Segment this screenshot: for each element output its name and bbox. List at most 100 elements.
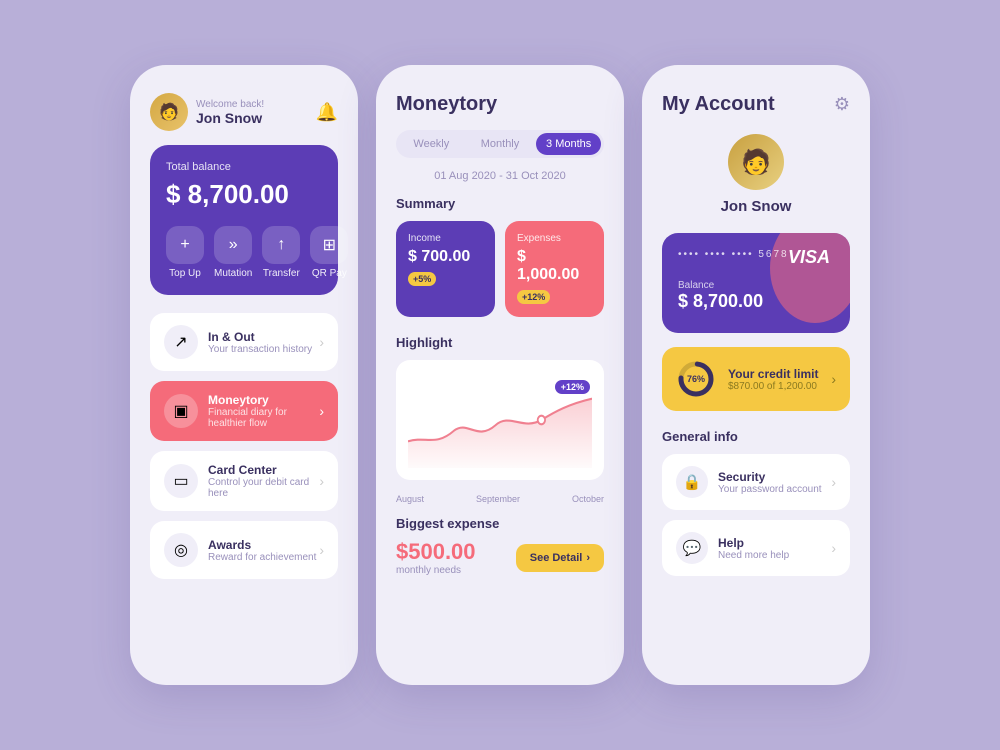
topup-button[interactable]: + Top Up — [166, 226, 204, 279]
chart-label-october: October — [572, 494, 604, 504]
right-header: My Account ⚙ — [662, 93, 850, 116]
see-detail-label: See Detail — [530, 552, 583, 564]
moneytory-arrow: › — [319, 403, 324, 419]
income-badge: +5% — [408, 272, 436, 286]
security-icon: 🔒 — [676, 466, 708, 498]
balance-label: Total balance — [166, 161, 322, 173]
date-range: 01 Aug 2020 - 31 Oct 2020 — [396, 170, 604, 182]
security-arrow-icon: › — [831, 474, 836, 490]
menu-item-cardcenter[interactable]: ▭ Card Center Control your debit card he… — [150, 451, 338, 511]
help-icon: 💬 — [676, 532, 708, 564]
menu-item-awards[interactable]: ◎ Awards Reward for achievement › — [150, 521, 338, 579]
credit-sub: $870.00 of 1,200.00 — [728, 381, 819, 392]
expense-amount: $500.00 — [396, 539, 476, 565]
moneytory-page-title: Moneytory — [396, 93, 604, 116]
mutation-button[interactable]: » Mutation — [214, 226, 252, 279]
profile-avatar: 🧑 — [728, 134, 784, 190]
left-header: 🧑 Welcome back! Jon Snow 🔔 — [150, 93, 338, 131]
general-info-title: General info — [662, 429, 850, 444]
transfer-icon: ↑ — [262, 226, 300, 264]
moneytory-subtitle: Financial diary for healthier flow — [208, 407, 319, 429]
user-info: 🧑 Welcome back! Jon Snow — [150, 93, 264, 131]
awards-title: Awards — [208, 538, 319, 552]
cardcenter-title: Card Center — [208, 463, 319, 477]
biggest-expense-row: $500.00 monthly needs See Detail › — [396, 539, 604, 576]
cardcenter-arrow: › — [319, 473, 324, 489]
info-item-security[interactable]: 🔒 Security Your password account › — [662, 454, 850, 510]
right-phone: My Account ⚙ 🧑 Jon Snow •••• •••• •••• 5… — [642, 65, 870, 685]
expense-type: monthly needs — [396, 565, 476, 576]
security-sub: Your password account — [718, 484, 831, 495]
awards-subtitle: Reward for achievement — [208, 552, 319, 563]
expenses-label: Expenses — [517, 233, 592, 244]
biggest-expense-title: Biggest expense — [396, 516, 604, 531]
topup-icon: + — [166, 226, 204, 264]
chart-labels: August September October — [396, 494, 604, 504]
account-title: My Account — [662, 93, 775, 116]
security-title: Security — [718, 470, 831, 484]
expenses-card: Expenses $ 1,000.00 +12% — [505, 221, 604, 317]
help-sub: Need more help — [718, 550, 831, 561]
summary-cards: Income $ 700.00 +5% Expenses $ 1,000.00 … — [396, 221, 604, 317]
awards-arrow: › — [319, 542, 324, 558]
mutation-label: Mutation — [214, 268, 252, 279]
welcome-text: Welcome back! — [196, 99, 264, 110]
user-name: Jon Snow — [196, 110, 264, 126]
qrpay-button[interactable]: ⊞ QR Pay — [310, 226, 348, 279]
avatar: 🧑 — [150, 93, 188, 131]
summary-title: Summary — [396, 196, 604, 211]
expenses-badge: +12% — [517, 290, 550, 304]
moneytory-icon: ▣ — [164, 394, 198, 428]
expenses-amount: $ 1,000.00 — [517, 248, 592, 284]
see-detail-button[interactable]: See Detail › — [516, 544, 604, 572]
menu-item-moneytory[interactable]: ▣ Moneytory Financial diary for healthie… — [150, 381, 338, 441]
tab-weekly[interactable]: Weekly — [399, 133, 464, 155]
visa-logo: VISA — [788, 247, 830, 268]
income-amount: $ 700.00 — [408, 248, 483, 266]
help-arrow-icon: › — [831, 540, 836, 556]
action-buttons: + Top Up » Mutation ↑ Transfer ⊞ QR Pay — [166, 226, 322, 279]
visa-card: •••• •••• •••• 5678 VISA Balance $ 8,700… — [662, 233, 850, 333]
qrpay-icon: ⊞ — [310, 226, 348, 264]
profile-name: Jon Snow — [721, 198, 792, 215]
profile-section: 🧑 Jon Snow — [662, 134, 850, 215]
tab-3months[interactable]: 3 Months — [536, 133, 601, 155]
highlight-title: Highlight — [396, 335, 604, 350]
bell-icon[interactable]: 🔔 — [316, 102, 338, 123]
moneytory-title: Moneytory — [208, 393, 319, 407]
credit-title: Your credit limit — [728, 367, 819, 381]
inout-arrow: › — [319, 334, 324, 350]
credit-donut: 76% — [676, 359, 716, 399]
awards-icon: ◎ — [164, 533, 198, 567]
cardcenter-subtitle: Control your debit card here — [208, 477, 319, 499]
inout-icon: ↗ — [164, 325, 198, 359]
chart-area: +12% — [396, 360, 604, 480]
income-label: Income — [408, 233, 483, 244]
card-balance-label: Balance — [678, 280, 834, 291]
help-title: Help — [718, 536, 831, 550]
left-phone: 🧑 Welcome back! Jon Snow 🔔 Total balance… — [130, 65, 358, 685]
balance-card: Total balance $ 8,700.00 + Top Up » Muta… — [150, 145, 338, 295]
mutation-icon: » — [214, 226, 252, 264]
chart-badge: +12% — [555, 380, 590, 394]
transfer-label: Transfer — [263, 268, 300, 279]
center-phone: Moneytory Weekly Monthly 3 Months 01 Aug… — [376, 65, 624, 685]
transfer-button[interactable]: ↑ Transfer — [262, 226, 300, 279]
inout-title: In & Out — [208, 330, 319, 344]
credit-pct: 76% — [676, 359, 716, 399]
cardcenter-icon: ▭ — [164, 464, 198, 498]
chart-label-august: August — [396, 494, 424, 504]
info-item-help[interactable]: 💬 Help Need more help › — [662, 520, 850, 576]
chart-label-september: September — [476, 494, 520, 504]
qrpay-label: QR Pay — [312, 268, 347, 279]
tab-bar: Weekly Monthly 3 Months — [396, 130, 604, 158]
tab-monthly[interactable]: Monthly — [468, 133, 533, 155]
balance-amount: $ 8,700.00 — [166, 179, 322, 210]
credit-limit-card[interactable]: 76% Your credit limit $870.00 of 1,200.0… — [662, 347, 850, 411]
income-card: Income $ 700.00 +5% — [396, 221, 495, 317]
inout-subtitle: Your transaction history — [208, 344, 319, 355]
topup-label: Top Up — [169, 268, 201, 279]
menu-item-inout[interactable]: ↗ In & Out Your transaction history › — [150, 313, 338, 371]
gear-icon[interactable]: ⚙ — [834, 94, 850, 115]
credit-arrow-icon: › — [831, 371, 836, 387]
